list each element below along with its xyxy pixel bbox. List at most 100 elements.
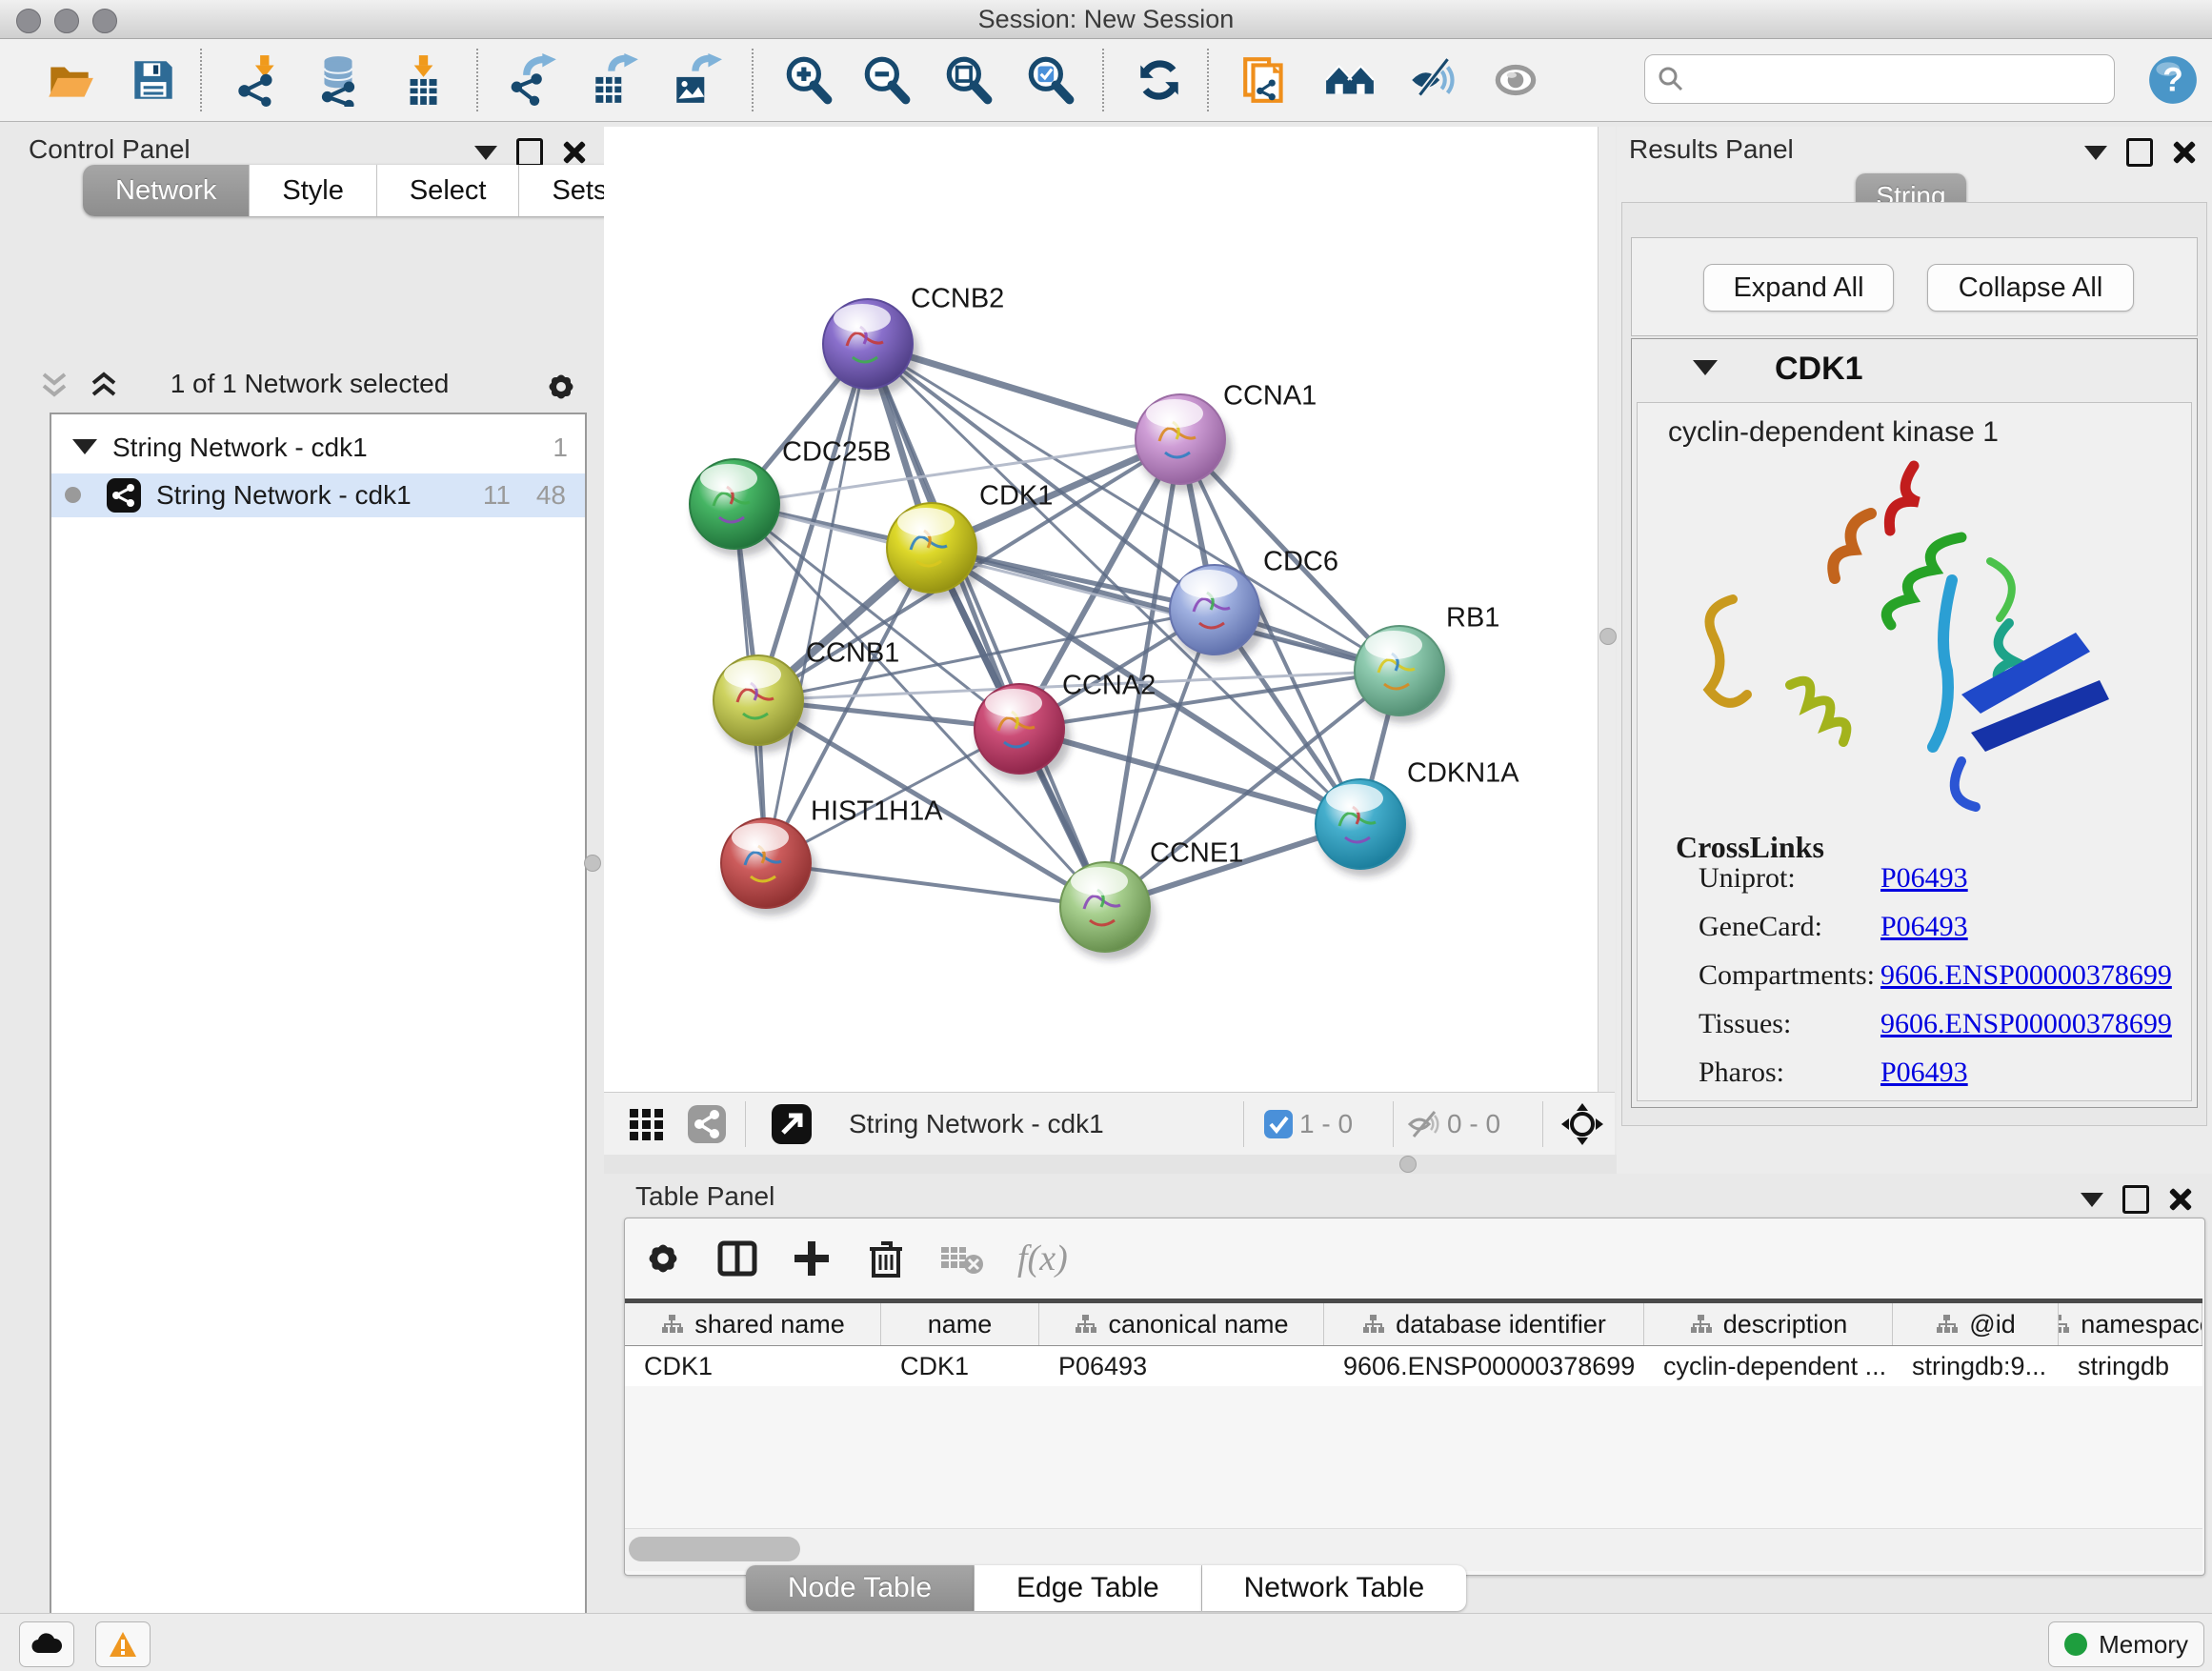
- node-label-CDC25B: CDC25B: [782, 437, 891, 468]
- table-cell[interactable]: stringdb:9...: [1893, 1346, 2059, 1386]
- export-table-button[interactable]: [587, 52, 642, 108]
- tab-select[interactable]: Select: [377, 165, 520, 216]
- import-table-file-button[interactable]: [395, 52, 451, 108]
- save-icon: [127, 53, 180, 107]
- column-header--id[interactable]: @id: [1893, 1303, 2059, 1345]
- zoom-fit-button[interactable]: [940, 52, 995, 108]
- network-collection-row[interactable]: String Network - cdk1 1: [51, 426, 585, 470]
- collection-count: 1: [553, 433, 568, 463]
- node-CCNA2[interactable]: [975, 684, 1071, 781]
- crosslink-link[interactable]: 9606.ENSP00000378699: [1880, 959, 2172, 992]
- column-header-database-identifier[interactable]: database identifier: [1324, 1303, 1644, 1345]
- tab-node-table[interactable]: Node Table: [746, 1565, 975, 1611]
- table-cell[interactable]: stringdb: [2059, 1346, 2202, 1386]
- network-share-button[interactable]: [678, 1103, 735, 1145]
- column-label: canonical name: [1108, 1310, 1288, 1339]
- show-columns-icon[interactable]: [716, 1238, 758, 1279]
- table-cell[interactable]: P06493: [1039, 1346, 1324, 1386]
- help-button[interactable]: ?: [2145, 52, 2201, 108]
- import-database-icon: [312, 53, 365, 107]
- import-network-file-button[interactable]: [230, 52, 285, 108]
- grid-view-button[interactable]: [615, 1105, 678, 1143]
- node-CCNA1[interactable]: [1136, 394, 1232, 492]
- maximize-panel-icon[interactable]: [2122, 1185, 2149, 1214]
- node-CDK1[interactable]: [887, 503, 983, 600]
- network-collection-label: String Network - cdk1: [112, 433, 368, 463]
- column-header-shared-name[interactable]: shared name: [625, 1303, 881, 1345]
- edge-CCNB2-HIST1H1A[interactable]: [766, 344, 868, 863]
- divider-handle[interactable]: [1399, 1156, 1417, 1173]
- tab-edge-table[interactable]: Edge Table: [975, 1565, 1202, 1611]
- collapse-triangle-icon[interactable]: [72, 439, 97, 454]
- close-panel-icon[interactable]: [2168, 1188, 2191, 1211]
- maximize-panel-icon[interactable]: [516, 138, 543, 167]
- node-CDC25B[interactable]: [690, 459, 786, 556]
- zoom-out-button[interactable]: [858, 52, 914, 108]
- refresh-button[interactable]: [1132, 52, 1187, 108]
- export-network-button[interactable]: [506, 52, 561, 108]
- node-RB1[interactable]: [1355, 626, 1451, 723]
- network-canvas[interactable]: CCNB2CCNA1CDC25BCDK1CDC6RB1CCNB1CCNA2CDK…: [604, 127, 1598, 1092]
- network-row-selected[interactable]: String Network - cdk1 11 48: [51, 473, 585, 517]
- show-glass-button[interactable]: [1488, 52, 1543, 108]
- tab-network-table[interactable]: Network Table: [1202, 1565, 1467, 1611]
- tab-network[interactable]: Network: [83, 165, 250, 216]
- table-cell[interactable]: CDK1: [881, 1346, 1039, 1386]
- column-header-namespace[interactable]: namespace: [2059, 1303, 2202, 1345]
- table-cell[interactable]: cyclin-dependent ...: [1644, 1346, 1893, 1386]
- gear-icon[interactable]: [543, 369, 579, 405]
- export-image-button[interactable]: [669, 52, 724, 108]
- close-panel-icon[interactable]: [2172, 141, 2195, 164]
- open-in-browser-button[interactable]: [755, 1102, 828, 1146]
- node-CDKN1A[interactable]: [1316, 779, 1412, 876]
- hide-glass-button[interactable]: [1405, 52, 1460, 108]
- column-header-name[interactable]: name: [881, 1303, 1039, 1345]
- crosslink-link[interactable]: P06493: [1880, 1057, 1968, 1089]
- collapse-triangle-icon[interactable]: [1693, 360, 1718, 375]
- node-HIST1H1A[interactable]: [721, 818, 817, 916]
- close-panel-icon[interactable]: [562, 141, 585, 164]
- import-network-from-database-button[interactable]: [311, 52, 366, 108]
- collapse-all-button[interactable]: Collapse All: [1927, 264, 2134, 312]
- add-column-icon[interactable]: [791, 1238, 833, 1279]
- scrollbar-thumb[interactable]: [629, 1537, 800, 1561]
- gear-icon[interactable]: [642, 1238, 684, 1279]
- table-cell[interactable]: 9606.ENSP00000378699: [1324, 1346, 1644, 1386]
- selected-checkbox[interactable]: [1257, 1109, 1299, 1139]
- birdseye-button[interactable]: [1553, 1102, 1612, 1146]
- table-row[interactable]: CDK1CDK1P064939606.ENSP00000378699cyclin…: [625, 1346, 2202, 1386]
- crosslink-link[interactable]: P06493: [1880, 911, 1968, 943]
- warning-status-button[interactable]: [95, 1621, 151, 1667]
- panel-resize-handle[interactable]: [584, 855, 601, 872]
- float-panel-icon[interactable]: [2084, 146, 2107, 160]
- scrollbar-handle[interactable]: [1599, 628, 1617, 645]
- warning-icon: [108, 1630, 138, 1659]
- table-cell[interactable]: CDK1: [625, 1346, 881, 1386]
- gene-card-header[interactable]: CDK1: [1632, 339, 2197, 400]
- cloud-status-button[interactable]: [19, 1621, 74, 1667]
- memory-button[interactable]: Memory: [2048, 1621, 2204, 1667]
- network-view-toolbar: String Network - cdk1 1 - 0 0 - 0: [604, 1092, 1615, 1156]
- search-input[interactable]: [1695, 59, 2103, 97]
- crosslink-link[interactable]: 9606.ENSP00000378699: [1880, 1008, 2172, 1040]
- delete-column-icon[interactable]: [865, 1238, 907, 1279]
- hidden-toggle[interactable]: [1401, 1108, 1447, 1140]
- column-label: namespace: [2081, 1310, 2202, 1339]
- hidden-eye-icon: [1406, 1108, 1442, 1140]
- save-session-button[interactable]: [126, 52, 181, 108]
- tab-style[interactable]: Style: [250, 165, 376, 216]
- maximize-panel-icon[interactable]: [2126, 138, 2153, 167]
- column-header-canonical-name[interactable]: canonical name: [1039, 1303, 1324, 1345]
- float-panel-icon[interactable]: [474, 146, 497, 160]
- open-session-button[interactable]: [42, 52, 97, 108]
- string-home-button[interactable]: [1322, 52, 1377, 108]
- zoom-selected-button[interactable]: [1022, 52, 1077, 108]
- expand-all-button[interactable]: Expand All: [1703, 264, 1894, 312]
- import-string-document-button[interactable]: [1238, 52, 1294, 108]
- column-header-description[interactable]: description: [1644, 1303, 1893, 1345]
- search-icon: [1657, 65, 1685, 93]
- float-panel-icon[interactable]: [2081, 1193, 2103, 1207]
- node-table: shared namename canonical name database id…: [625, 1299, 2202, 1386]
- crosslink-link[interactable]: P06493: [1880, 862, 1968, 895]
- zoom-in-button[interactable]: [780, 52, 835, 108]
